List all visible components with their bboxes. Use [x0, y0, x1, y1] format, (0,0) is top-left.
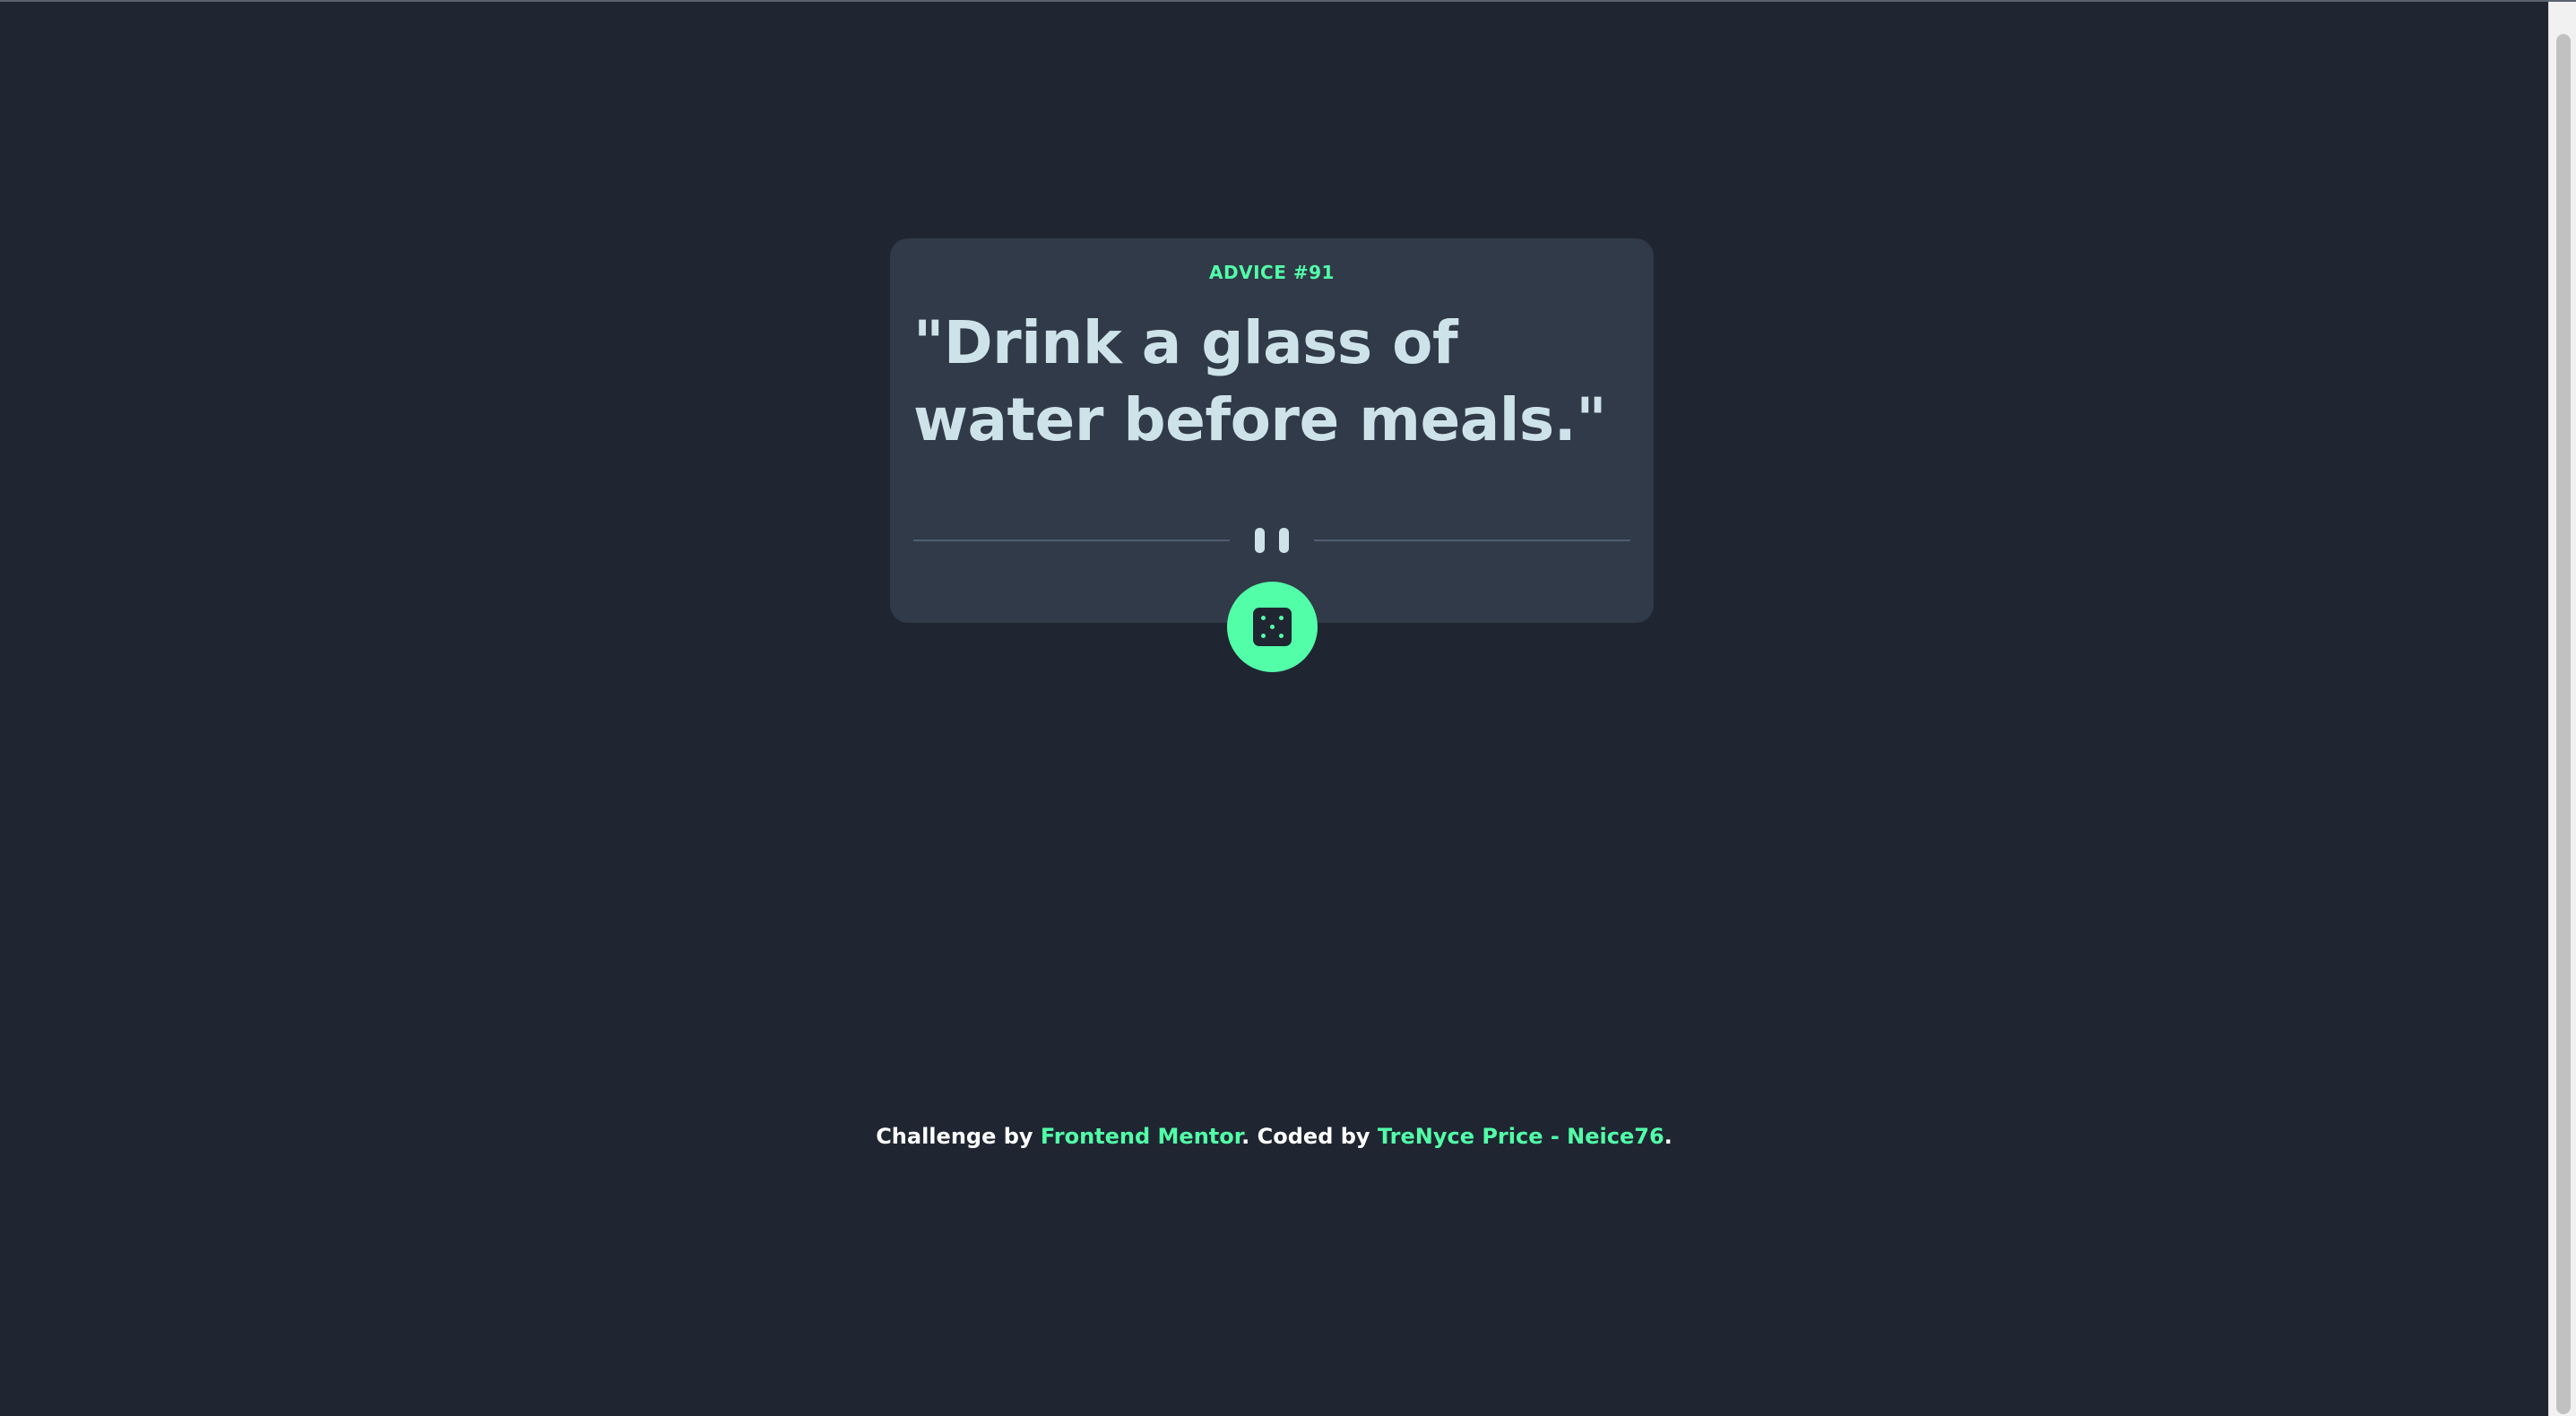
scrollbar-thumb[interactable]: [2556, 34, 2571, 1414]
divider-line-right: [1314, 540, 1630, 541]
footer-suffix: .: [1664, 1124, 1673, 1149]
frontend-mentor-link[interactable]: Frontend Mentor: [1041, 1124, 1241, 1149]
new-advice-button[interactable]: [1227, 582, 1318, 672]
advice-card: ADVICE #91 "Drink a glass of water befor…: [890, 238, 1654, 623]
attribution-footer: Challenge by Frontend Mentor. Coded by T…: [0, 1124, 2548, 1149]
advice-quote: "Drink a glass of water before meals.": [913, 308, 1607, 454]
footer-middle: . Coded by: [1241, 1124, 1378, 1149]
vertical-scrollbar[interactable]: [2548, 2, 2576, 1416]
author-link[interactable]: TreNyce Price - Neice76: [1378, 1124, 1664, 1149]
pause-icon: [1255, 528, 1289, 553]
footer-prefix: Challenge by: [876, 1124, 1041, 1149]
dice-icon: [1253, 608, 1292, 646]
advice-number-label: ADVICE #91: [1209, 262, 1335, 283]
page: ADVICE #91 "Drink a glass of water befor…: [0, 2, 2548, 1416]
divider-line-left: [913, 540, 1230, 541]
